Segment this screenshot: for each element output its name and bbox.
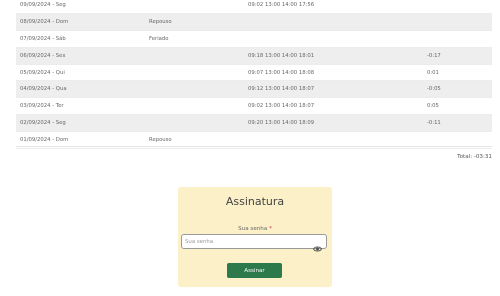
table-row: 03/09/2024 - Ter 09:02 13:00 14:00 18:07… bbox=[16, 98, 492, 116]
password-label-text: Sua senha bbox=[238, 226, 268, 232]
row-date: 09/09/2024 - Seg bbox=[20, 1, 66, 8]
row-date: 02/09/2024 - Seg bbox=[20, 120, 66, 127]
row-balance: -0:05 bbox=[427, 86, 441, 93]
eye-icon[interactable] bbox=[312, 238, 323, 252]
table-row: 05/09/2024 - Qui 09:07 13:00 14:00 18:08… bbox=[16, 65, 492, 82]
table-divider bbox=[16, 146, 492, 147]
row-balance: -0:11 bbox=[427, 120, 441, 127]
table-row: 08/09/2024 - Dom Repouso bbox=[16, 13, 492, 31]
row-balance: -0:17 bbox=[427, 52, 441, 59]
row-note: Feriado bbox=[149, 35, 169, 42]
row-times: 09:20 13:00 14:00 18:09 bbox=[248, 120, 315, 127]
row-date: 04/09/2024 - Qua bbox=[20, 86, 67, 93]
table-row: 07/09/2024 - Sáb Feriado bbox=[16, 31, 492, 48]
required-mark: * bbox=[269, 226, 272, 232]
row-note: Repouso bbox=[149, 18, 172, 25]
timesheet-table: 09/09/2024 - Seg 09:02 13:00 14:00 17:56… bbox=[16, 0, 492, 150]
table-row: 06/09/2024 - Sex 09:18 13:00 14:00 18:01… bbox=[16, 47, 492, 65]
password-input[interactable] bbox=[185, 235, 305, 248]
row-date: 07/09/2024 - Sáb bbox=[20, 35, 66, 42]
table-row: 02/09/2024 - Seg 09:20 13:00 14:00 18:09… bbox=[16, 115, 492, 133]
password-field bbox=[181, 234, 327, 252]
password-label: Sua senha * bbox=[178, 226, 332, 232]
row-date: 08/09/2024 - Dom bbox=[20, 18, 69, 25]
signature-card: Assinatura Sua senha * Assinar bbox=[178, 187, 332, 287]
row-balance: 0:05 bbox=[427, 103, 439, 110]
row-balance: 0:01 bbox=[427, 69, 439, 76]
row-times: 09:12 13:00 14:00 18:07 bbox=[248, 86, 315, 93]
row-date: 01/09/2024 - Dom bbox=[20, 137, 69, 144]
row-times: 09:02 13:00 14:00 18:07 bbox=[248, 103, 315, 110]
row-date: 05/09/2024 - Qui bbox=[20, 69, 65, 76]
sign-button[interactable]: Assinar bbox=[227, 263, 282, 278]
total-balance: Total: -03:31 bbox=[457, 154, 492, 160]
row-times: 09:07 13:00 14:00 18:08 bbox=[248, 69, 315, 76]
row-times: 09:02 13:00 14:00 17:56 bbox=[248, 1, 315, 8]
table-row: 09/09/2024 - Seg 09:02 13:00 14:00 17:56 bbox=[16, 0, 492, 14]
table-row: 04/09/2024 - Qua 09:12 13:00 14:00 18:07… bbox=[16, 81, 492, 99]
row-times: 09:18 13:00 14:00 18:01 bbox=[248, 52, 315, 59]
row-date: 06/09/2024 - Sex bbox=[20, 52, 66, 59]
row-note: Repouso bbox=[149, 137, 172, 144]
row-date: 03/09/2024 - Ter bbox=[20, 103, 64, 110]
signature-title: Assinatura bbox=[225, 195, 285, 208]
